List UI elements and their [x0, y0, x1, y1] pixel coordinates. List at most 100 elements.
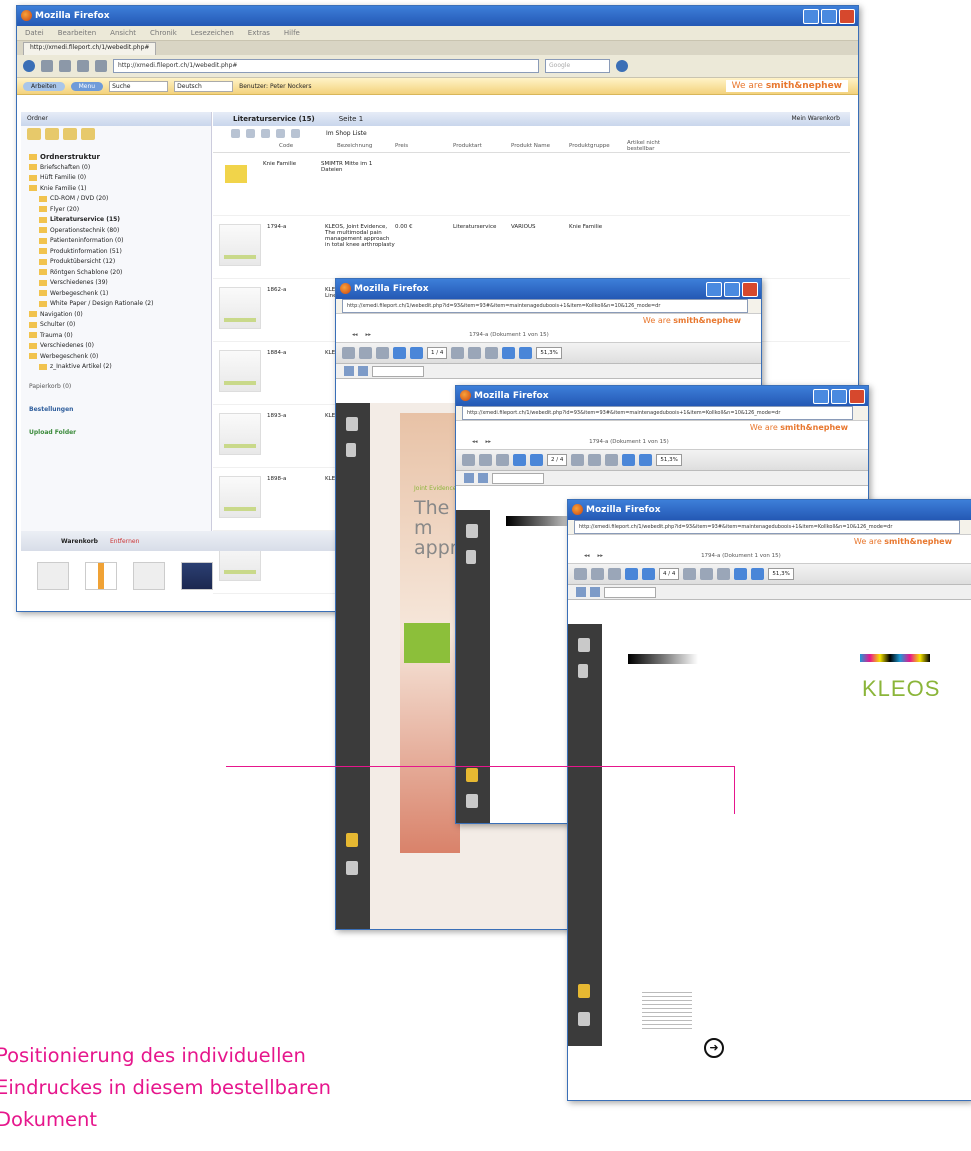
- print-icon[interactable]: [574, 568, 587, 580]
- attachments-icon[interactable]: [346, 443, 356, 457]
- pages-icon[interactable]: [346, 417, 358, 431]
- browser-tab[interactable]: http://xmedi.fileport.ch/1/webedit.php#: [23, 42, 157, 55]
- home-icon[interactable]: [59, 60, 71, 72]
- popup-1-url[interactable]: http://xmedi.fileport.ch/1/webedit.php?i…: [342, 299, 748, 313]
- zoom-in-icon[interactable]: [519, 347, 533, 359]
- tree-item[interactable]: Navigation (0): [29, 310, 203, 321]
- column-header[interactable]: Produkt Name: [511, 143, 569, 149]
- minimize-button[interactable]: [813, 389, 829, 404]
- papierkorb-link[interactable]: Papierkorb (0): [21, 383, 211, 390]
- cart-link[interactable]: Mein Warenkorb: [791, 112, 840, 126]
- minimize-button[interactable]: [706, 282, 722, 297]
- search-doc-icon[interactable]: [478, 473, 488, 483]
- tree-item[interactable]: Briefschaften (0): [29, 163, 203, 174]
- cart-tab[interactable]: Warenkorb: [61, 538, 98, 545]
- reload-icon[interactable]: [95, 60, 107, 72]
- up-icon[interactable]: [231, 128, 240, 138]
- page-tab[interactable]: Seite 1: [339, 112, 363, 126]
- search-icon[interactable]: [616, 60, 628, 72]
- paste-icon[interactable]: [276, 128, 285, 138]
- back-icon[interactable]: [23, 60, 35, 72]
- zoom-icon[interactable]: [605, 454, 619, 466]
- tree-item[interactable]: Röntgen Schablone (20): [29, 268, 203, 279]
- maximize-button[interactable]: [821, 9, 837, 24]
- prev-page-icon[interactable]: [513, 454, 526, 466]
- move-folder-icon[interactable]: [81, 128, 95, 140]
- attachments-icon[interactable]: [578, 664, 588, 678]
- tab-arbeiten[interactable]: Arbeiten: [23, 81, 65, 91]
- save-icon[interactable]: [359, 347, 372, 359]
- select-tool-icon[interactable]: [683, 568, 697, 580]
- upload-folder-link[interactable]: Upload Folder: [21, 429, 211, 436]
- menu-lesezeichen[interactable]: Lesezeichen: [191, 29, 234, 37]
- cart-item-thumbnail[interactable]: [37, 562, 69, 590]
- paperclip-icon[interactable]: [578, 1012, 590, 1026]
- tree-item[interactable]: Produktübersicht (12): [29, 257, 203, 268]
- tree-item[interactable]: Knie Familie (1): [29, 184, 203, 195]
- column-header[interactable]: Produktart: [453, 143, 511, 149]
- page-input[interactable]: 4 / 4: [659, 568, 680, 580]
- page-input[interactable]: 2 / 4: [547, 454, 568, 466]
- document-thumbnail[interactable]: [219, 413, 261, 455]
- paperclip-icon[interactable]: [346, 861, 358, 875]
- menu-bearbeiten[interactable]: Bearbeiten: [58, 29, 96, 37]
- maximize-button[interactable]: [831, 389, 847, 404]
- save-copy-icon[interactable]: [464, 473, 474, 483]
- comments-icon[interactable]: [578, 984, 590, 998]
- document-thumbnail[interactable]: [219, 224, 261, 266]
- zoom-icon[interactable]: [717, 568, 731, 580]
- tree-item[interactable]: Verschiedenes (0): [29, 341, 203, 352]
- select-tool-icon[interactable]: [571, 454, 585, 466]
- tree-item[interactable]: Hüft Familie (0): [29, 173, 203, 184]
- next-page-icon[interactable]: [410, 347, 423, 359]
- tree-item[interactable]: z_Inaktive Artikel (2): [29, 362, 203, 373]
- find-input[interactable]: [372, 365, 424, 377]
- tab-menu[interactable]: Menu: [70, 81, 104, 91]
- bestellungen-link[interactable]: Bestellungen: [21, 406, 211, 413]
- table-row[interactable]: 1794-a KLEOS, Joint Evidence, The multimo…: [213, 216, 850, 279]
- save-icon[interactable]: [591, 568, 604, 580]
- tree-item[interactable]: Verschiedenes (39): [29, 278, 203, 289]
- print-icon[interactable]: [342, 347, 355, 359]
- zoom-in-icon[interactable]: [639, 454, 653, 466]
- tree-item[interactable]: Werbegeschenk (1): [29, 289, 203, 300]
- tree-item[interactable]: Operationstechnik (80): [29, 226, 203, 237]
- menu-ansicht[interactable]: Ansicht: [110, 29, 136, 37]
- pages-icon[interactable]: [578, 638, 590, 652]
- hand-tool-icon[interactable]: [468, 347, 482, 359]
- document-thumbnail[interactable]: [219, 476, 261, 518]
- tree-item[interactable]: Produktinformation (51): [29, 247, 203, 258]
- new-folder-icon[interactable]: [27, 128, 41, 140]
- search-doc-icon[interactable]: [590, 587, 600, 597]
- folder-icon[interactable]: [225, 165, 247, 183]
- save-copy-icon[interactable]: [344, 366, 354, 376]
- column-header[interactable]: Artikel nicht bestellbar: [627, 140, 685, 152]
- forward-icon[interactable]: [41, 60, 53, 72]
- tree-item[interactable]: Literaturservice (15): [29, 215, 203, 226]
- find-input[interactable]: [492, 472, 544, 484]
- column-header[interactable]: Produktgruppe: [569, 143, 627, 149]
- zoom-select[interactable]: 51,3%: [768, 568, 794, 580]
- tree-item[interactable]: Werbegeschenk (0): [29, 352, 203, 363]
- tree-item[interactable]: Trauma (0): [29, 331, 203, 342]
- popup-2-url[interactable]: http://xmedi.fileport.ch/1/webedit.php?i…: [462, 406, 853, 420]
- search-doc-icon[interactable]: [358, 366, 368, 376]
- next-page-icon[interactable]: [530, 454, 543, 466]
- comments-icon[interactable]: [346, 833, 358, 847]
- remove-button[interactable]: Entfernen: [110, 538, 139, 545]
- pages-icon[interactable]: [466, 524, 478, 538]
- email-icon[interactable]: [376, 347, 389, 359]
- tree-root[interactable]: Ordnerstruktur: [29, 152, 203, 163]
- prev-doc-icon[interactable]: ◂◂: [352, 332, 358, 338]
- url-bar[interactable]: http://xmedi.fileport.ch/1/webedit.php#: [113, 59, 539, 73]
- app-search-input[interactable]: Suche: [109, 80, 169, 92]
- copy-icon[interactable]: [246, 128, 255, 138]
- hand-tool-icon[interactable]: [588, 454, 602, 466]
- paperclip-icon[interactable]: [466, 794, 478, 808]
- document-thumbnail[interactable]: [219, 287, 261, 329]
- cart-item-thumbnail[interactable]: [133, 562, 165, 590]
- column-header[interactable]: Preis: [395, 143, 453, 149]
- table-row[interactable]: Knie Familie SMIMTR Mitte im 1 Dateien: [213, 153, 850, 216]
- popup-3-url[interactable]: http://xmedi.fileport.ch/1/webedit.php?i…: [574, 520, 960, 534]
- email-icon[interactable]: [608, 568, 621, 580]
